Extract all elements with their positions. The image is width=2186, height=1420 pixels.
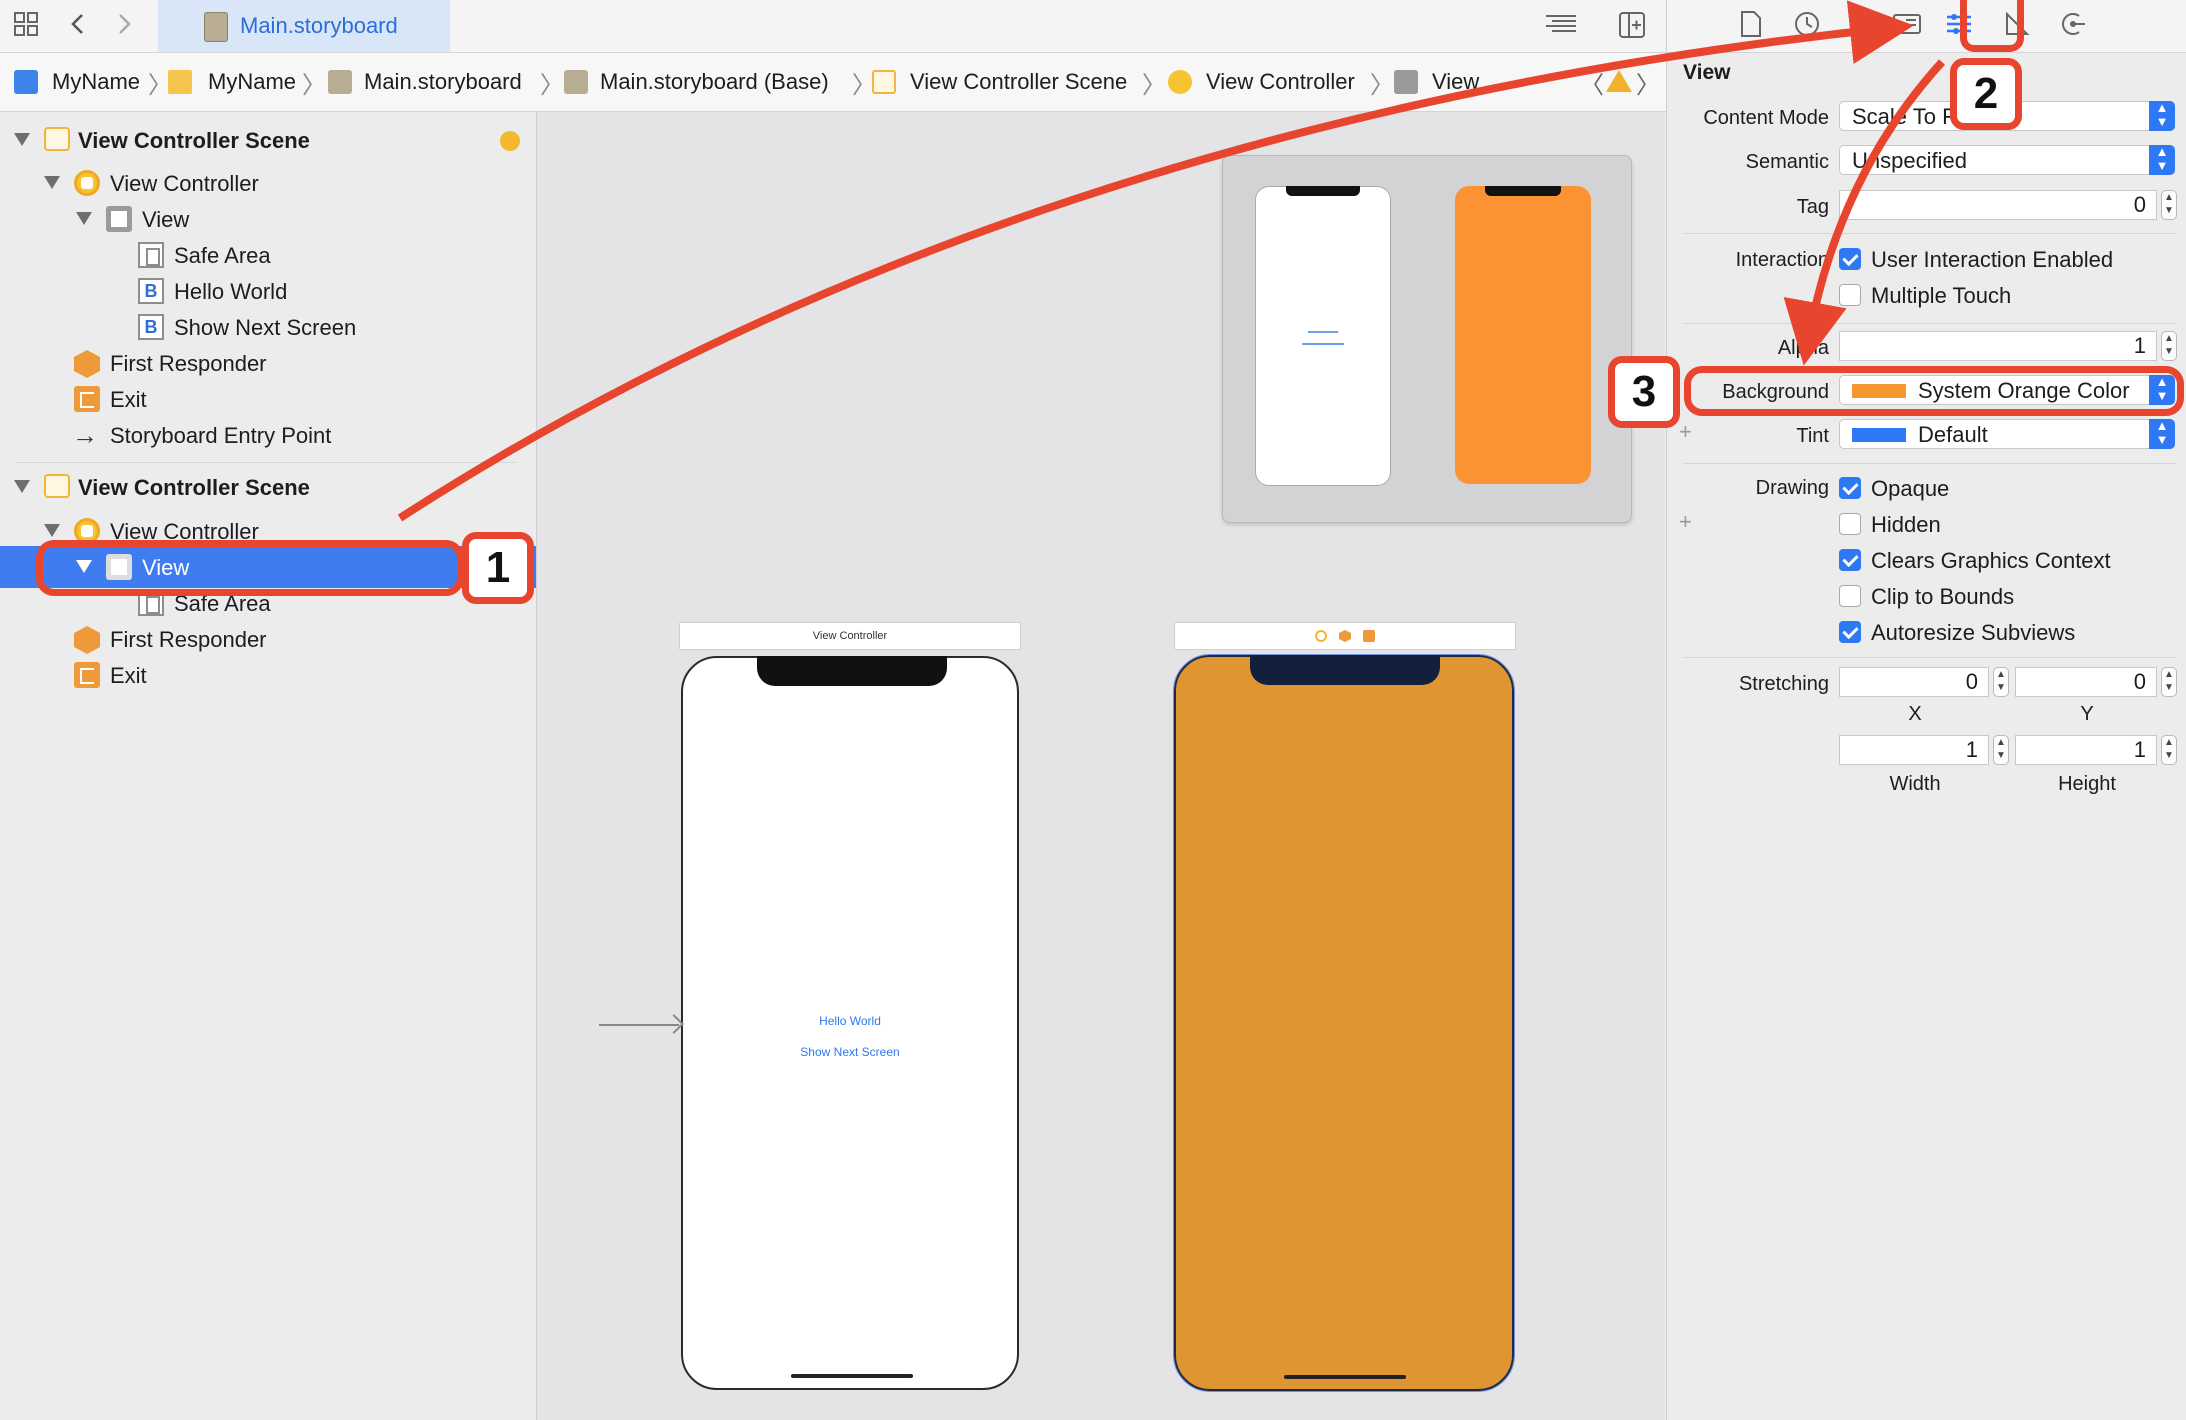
highlight-attributes-tab xyxy=(1960,0,2024,52)
arrow-2-to-3 xyxy=(1783,59,1945,366)
highlight-view-row xyxy=(36,540,464,596)
arrow-1-to-2 xyxy=(397,0,1914,522)
highlight-background-row xyxy=(1684,366,2184,416)
annotation-arrows xyxy=(397,0,1945,522)
callout-3: 3 xyxy=(1608,356,1680,428)
callout-2: 2 xyxy=(1950,58,2022,130)
callout-1: 1 xyxy=(462,532,534,604)
